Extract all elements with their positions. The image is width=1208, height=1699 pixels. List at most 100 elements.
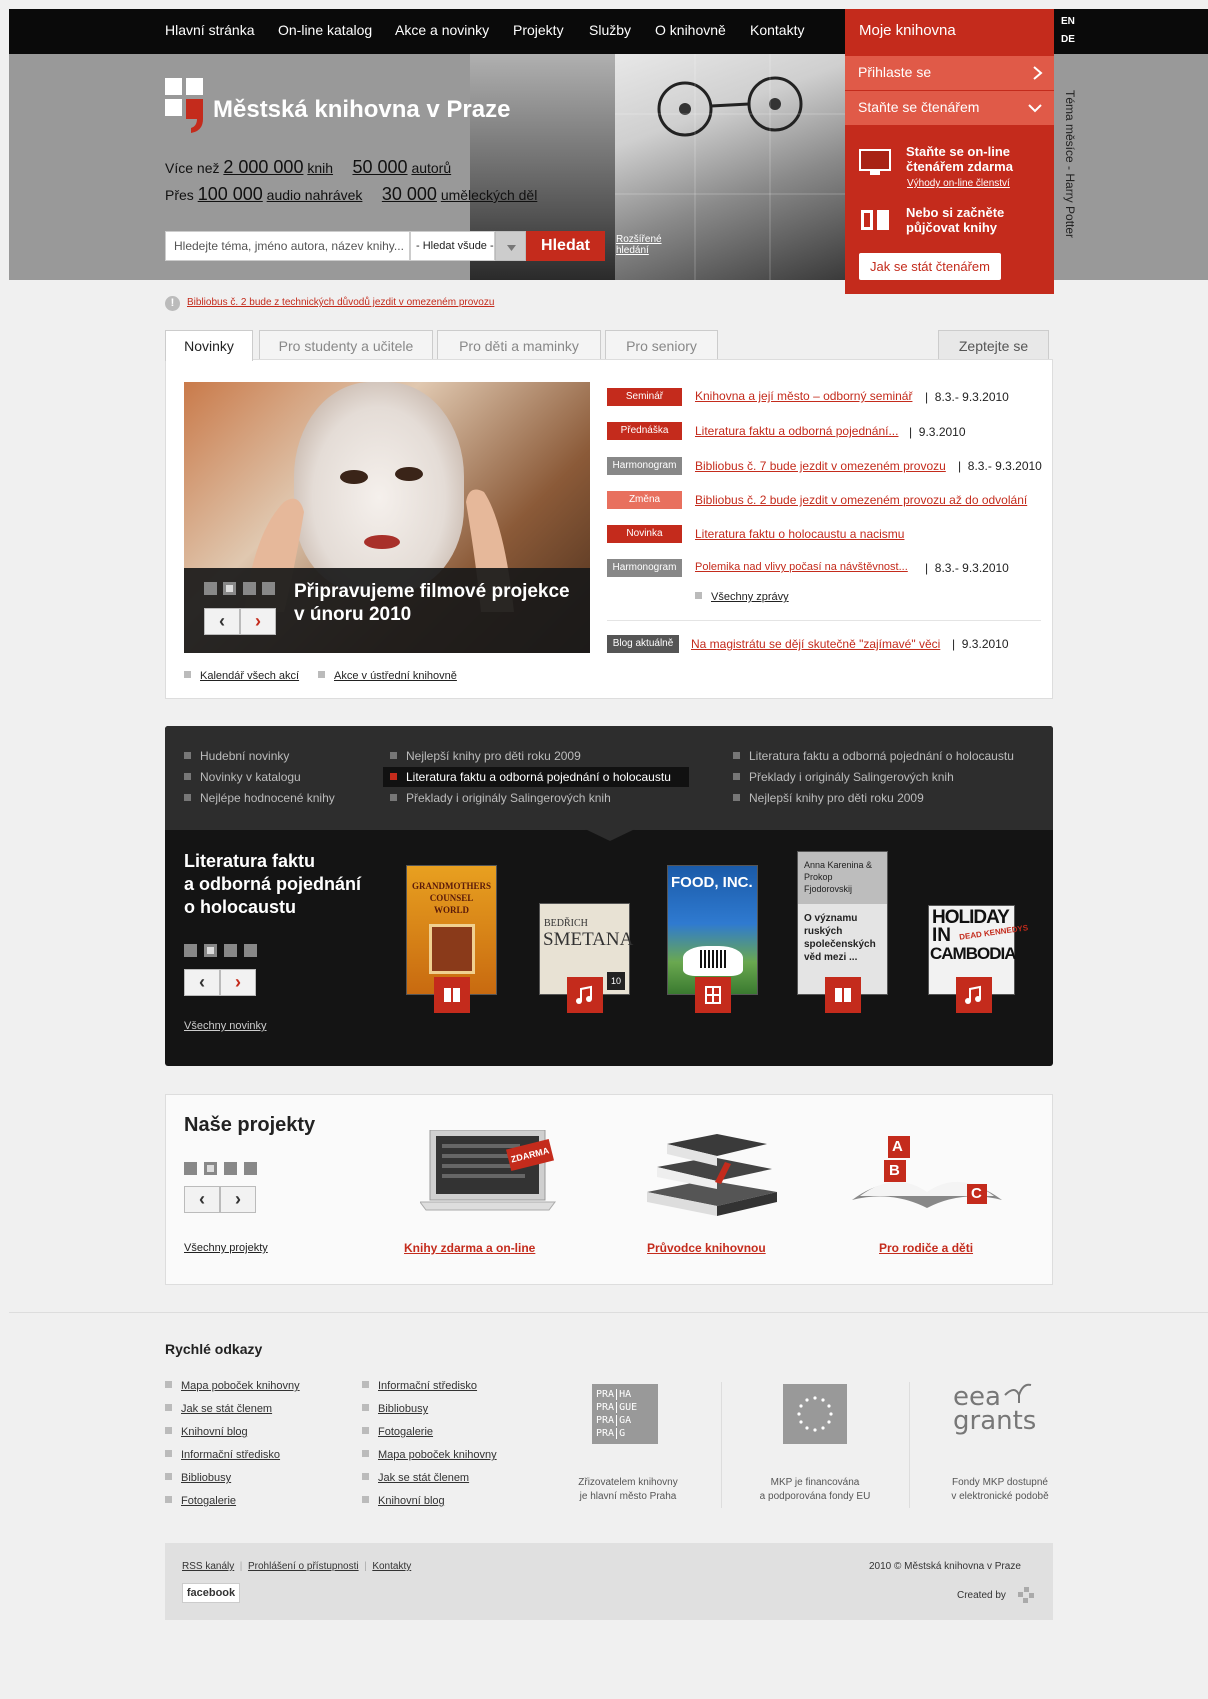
music-icon[interactable] (956, 977, 992, 1013)
search-input[interactable]: Hledejte téma, jméno autora, název knihy… (165, 231, 410, 261)
creator-logo-icon[interactable] (1017, 1586, 1035, 1609)
tab-seniors[interactable]: Pro seniory (605, 330, 718, 360)
quick-link[interactable]: Jak se stát členem (165, 1403, 272, 1415)
slider-next-button[interactable]: › (240, 608, 276, 635)
quick-link[interactable]: Informační středisko (362, 1380, 477, 1392)
rss-link[interactable]: RSS kanály (182, 1561, 234, 1572)
login-button[interactable]: Přihlaste se (845, 56, 1054, 90)
nav-about-library[interactable]: O knihovně (655, 22, 726, 38)
category-link[interactable]: Nejlepší knihy pro děti roku 2009 (390, 749, 581, 763)
quick-link[interactable]: Bibliobusy (165, 1472, 231, 1484)
quick-link[interactable]: Fotogalerie (362, 1426, 433, 1438)
project-free-books-link[interactable]: Knihy zdarma a on-line (404, 1241, 535, 1255)
nav-projects[interactable]: Projekty (513, 22, 564, 38)
projects-dot-1[interactable] (184, 1162, 197, 1175)
search-scope-select[interactable]: - Hledat všude - (410, 231, 495, 261)
nav-events-news[interactable]: Akce a novinky (395, 22, 489, 38)
slider-dot-2[interactable] (223, 582, 236, 595)
project-library-guide-link[interactable]: Průvodce knihovnou (647, 1241, 766, 1255)
tab-ask-us[interactable]: Zeptejte se (938, 330, 1049, 360)
search-button[interactable]: Hledat (526, 231, 605, 261)
stat-books-count[interactable]: 2 000 000 (223, 157, 303, 177)
book-icon[interactable] (825, 977, 861, 1013)
category-link[interactable]: Nejlepší knihy pro děti roku 2009 (733, 791, 924, 805)
category-link[interactable]: Překlady i originály Salingerových knih (390, 791, 611, 805)
showcase-dot-1[interactable] (184, 944, 197, 957)
footer-contacts-link[interactable]: Kontakty (372, 1561, 411, 1572)
stat-audio-count[interactable]: 100 000 (198, 184, 263, 204)
stat-authors-count[interactable]: 50 000 (352, 157, 407, 177)
books-stack-illustration[interactable] (637, 1122, 787, 1222)
facebook-button[interactable]: facebook (182, 1583, 240, 1603)
quick-link[interactable]: Informační středisko (165, 1449, 280, 1461)
how-to-become-reader-button[interactable]: Jak se stát čtenářem (859, 253, 1001, 280)
stat-works-count[interactable]: 30 000 (382, 184, 437, 204)
nav-home[interactable]: Hlavní stránka (165, 22, 254, 38)
slider-prev-button[interactable]: ‹ (204, 608, 240, 635)
quick-link[interactable]: Knihovní blog (362, 1495, 445, 1507)
tab-novinky[interactable]: Novinky (165, 330, 253, 361)
category-link[interactable]: Novinky v katalogu (184, 770, 301, 784)
news-link[interactable]: Bibliobus č. 7 bude jezdit v omezeném pr… (695, 459, 946, 473)
music-icon[interactable] (567, 977, 603, 1013)
news-link[interactable]: Knihovna a její město – odborný seminář (695, 389, 912, 403)
eu-flag-icon[interactable] (783, 1384, 847, 1444)
quick-link[interactable]: Mapa poboček knihovny (362, 1449, 497, 1461)
showcase-prev-button[interactable]: ‹ (184, 969, 220, 996)
quick-link[interactable]: Fotogalerie (165, 1495, 236, 1507)
project-parents-kids-link[interactable]: Pro rodiče a děti (879, 1241, 973, 1255)
projects-dot-4[interactable] (244, 1162, 257, 1175)
lang-de[interactable]: DE (1061, 34, 1075, 45)
central-library-events-link[interactable]: Akce v ústřední knihovně (318, 670, 457, 682)
news-link[interactable]: Polemika nad vlivy počasí na návštěvnost… (695, 561, 908, 573)
all-news-link[interactable]: Všechny zprávy (695, 591, 789, 603)
laptop-illustration[interactable]: ZDARMA (419, 1129, 570, 1220)
quick-link[interactable]: Bibliobusy (362, 1403, 428, 1415)
news-link[interactable]: Literatura faktu a odborná pojednání... (695, 424, 898, 438)
lang-en[interactable]: EN (1061, 16, 1075, 27)
projects-dot-3[interactable] (224, 1162, 237, 1175)
category-link[interactable]: Literatura faktu a odborná pojednání o h… (733, 749, 1014, 763)
praha-logo[interactable]: PRA HA PRA GUE PRA GA PRA G (592, 1384, 658, 1444)
quick-link[interactable]: Knihovní blog (165, 1426, 248, 1438)
book-cover[interactable]: Anna Karenina & Prokop Fjodorovskij O vý… (797, 851, 888, 995)
become-reader-dropdown[interactable]: Staňte se čtenářem (845, 91, 1054, 125)
library-logo-icon[interactable] (165, 78, 205, 133)
notice-link[interactable]: Bibliobus č. 2 bude z technických důvodů… (187, 297, 494, 308)
film-icon[interactable] (695, 977, 731, 1013)
abc-blocks-illustration[interactable]: A B C (852, 1132, 1002, 1217)
slider-dot-1[interactable] (204, 582, 217, 595)
projects-dot-2[interactable] (204, 1162, 217, 1175)
online-benefits-link[interactable]: Výhody on-line členství (907, 178, 1010, 189)
book-icon[interactable] (434, 977, 470, 1013)
library-name[interactable]: Městská knihovna v Praze (213, 96, 510, 124)
blog-link[interactable]: Na magistrátu se dějí skutečně "zajímavé… (691, 637, 940, 651)
category-link-active[interactable]: Literatura faktu a odborná pojednání o h… (390, 770, 671, 784)
all-new-titles-link[interactable]: Všechny novinky (184, 1020, 267, 1032)
events-calendar-link[interactable]: Kalendář všech akcí (184, 670, 299, 682)
nav-online-catalog[interactable]: On-line katalog (278, 22, 372, 38)
showcase-dot-2[interactable] (204, 944, 217, 957)
slider-dot-3[interactable] (243, 582, 256, 595)
all-projects-link[interactable]: Všechny projekty (184, 1242, 268, 1254)
projects-prev-button[interactable]: ‹ (184, 1186, 220, 1213)
showcase-dot-4[interactable] (244, 944, 257, 957)
showcase-dot-3[interactable] (224, 944, 237, 957)
tab-kids-mothers[interactable]: Pro děti a maminky (437, 330, 601, 360)
dvd-cover[interactable]: FOOD, INC. (667, 865, 758, 995)
showcase-next-button[interactable]: › (220, 969, 256, 996)
nav-contacts[interactable]: Kontakty (750, 22, 804, 38)
book-cover[interactable]: GRANDMOTHERS COUNSEL WORLD (406, 865, 497, 995)
theme-of-month-label[interactable]: Téma měsíce - Harry Potter (1055, 90, 1085, 290)
eea-grants-logo[interactable]: eea grants (953, 1383, 1036, 1434)
tab-students-teachers[interactable]: Pro studenty a učitele (259, 330, 433, 360)
chevron-down-icon[interactable] (495, 231, 526, 261)
nav-services[interactable]: Služby (589, 22, 631, 38)
quick-link[interactable]: Jak se stát členem (362, 1472, 469, 1484)
category-link[interactable]: Nejlépe hodnocené knihy (184, 791, 335, 805)
news-link[interactable]: Literatura faktu o holocaustu a nacismu (695, 527, 904, 541)
accessibility-link[interactable]: Prohlášení o přístupnosti (248, 1561, 359, 1572)
advanced-search-link[interactable]: Rozšířené hledání (616, 234, 662, 256)
category-link[interactable]: Hudební novinky (184, 749, 289, 763)
category-link[interactable]: Překlady i originály Salingerových knih (733, 770, 954, 784)
